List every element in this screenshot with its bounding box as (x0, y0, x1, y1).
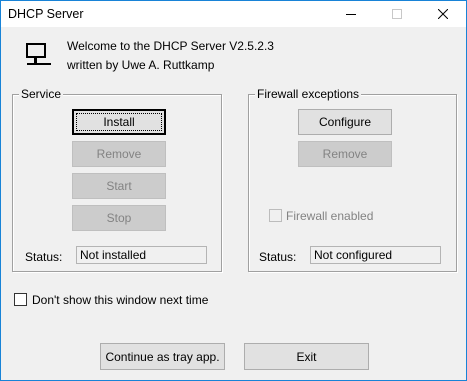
stop-button[interactable]: Stop (72, 205, 166, 231)
firewall-status-label: Status: (259, 250, 297, 264)
service-group-label: Service (19, 87, 64, 101)
window-title: DHCP Server (8, 7, 84, 21)
close-button[interactable] (420, 1, 466, 27)
service-status-label: Status: (25, 250, 63, 264)
network-computer-icon (26, 43, 51, 65)
configure-button[interactable]: Configure (298, 109, 392, 135)
dont-show-checkbox[interactable] (14, 293, 27, 306)
minimize-button[interactable] (328, 1, 374, 27)
close-icon (438, 9, 448, 19)
title-bar[interactable]: DHCP Server (1, 1, 466, 27)
author-text: written by Uwe A. Ruttkamp (67, 58, 215, 72)
firewall-group-label: Firewall exceptions (255, 87, 362, 101)
firewall-enabled-checkbox[interactable] (269, 209, 282, 222)
firewall-enabled-label: Firewall enabled (286, 209, 374, 223)
dhcp-server-window: DHCP Server Welcome to the DHCP Server V… (0, 0, 467, 381)
maximize-button (374, 1, 420, 27)
exit-button[interactable]: Exit (244, 343, 369, 370)
firewall-status-value: Not configured (310, 246, 441, 264)
welcome-text: Welcome to the DHCP Server V2.5.2.3 (67, 39, 274, 53)
remove-firewall-button[interactable]: Remove (298, 141, 392, 167)
remove-service-button[interactable]: Remove (72, 141, 166, 167)
install-button[interactable]: Install (72, 109, 166, 135)
dont-show-label: Don't show this window next time (32, 293, 209, 307)
start-button[interactable]: Start (72, 173, 166, 199)
continue-tray-button[interactable]: Continue as tray app. (100, 343, 225, 370)
service-status-value: Not installed (76, 246, 207, 264)
